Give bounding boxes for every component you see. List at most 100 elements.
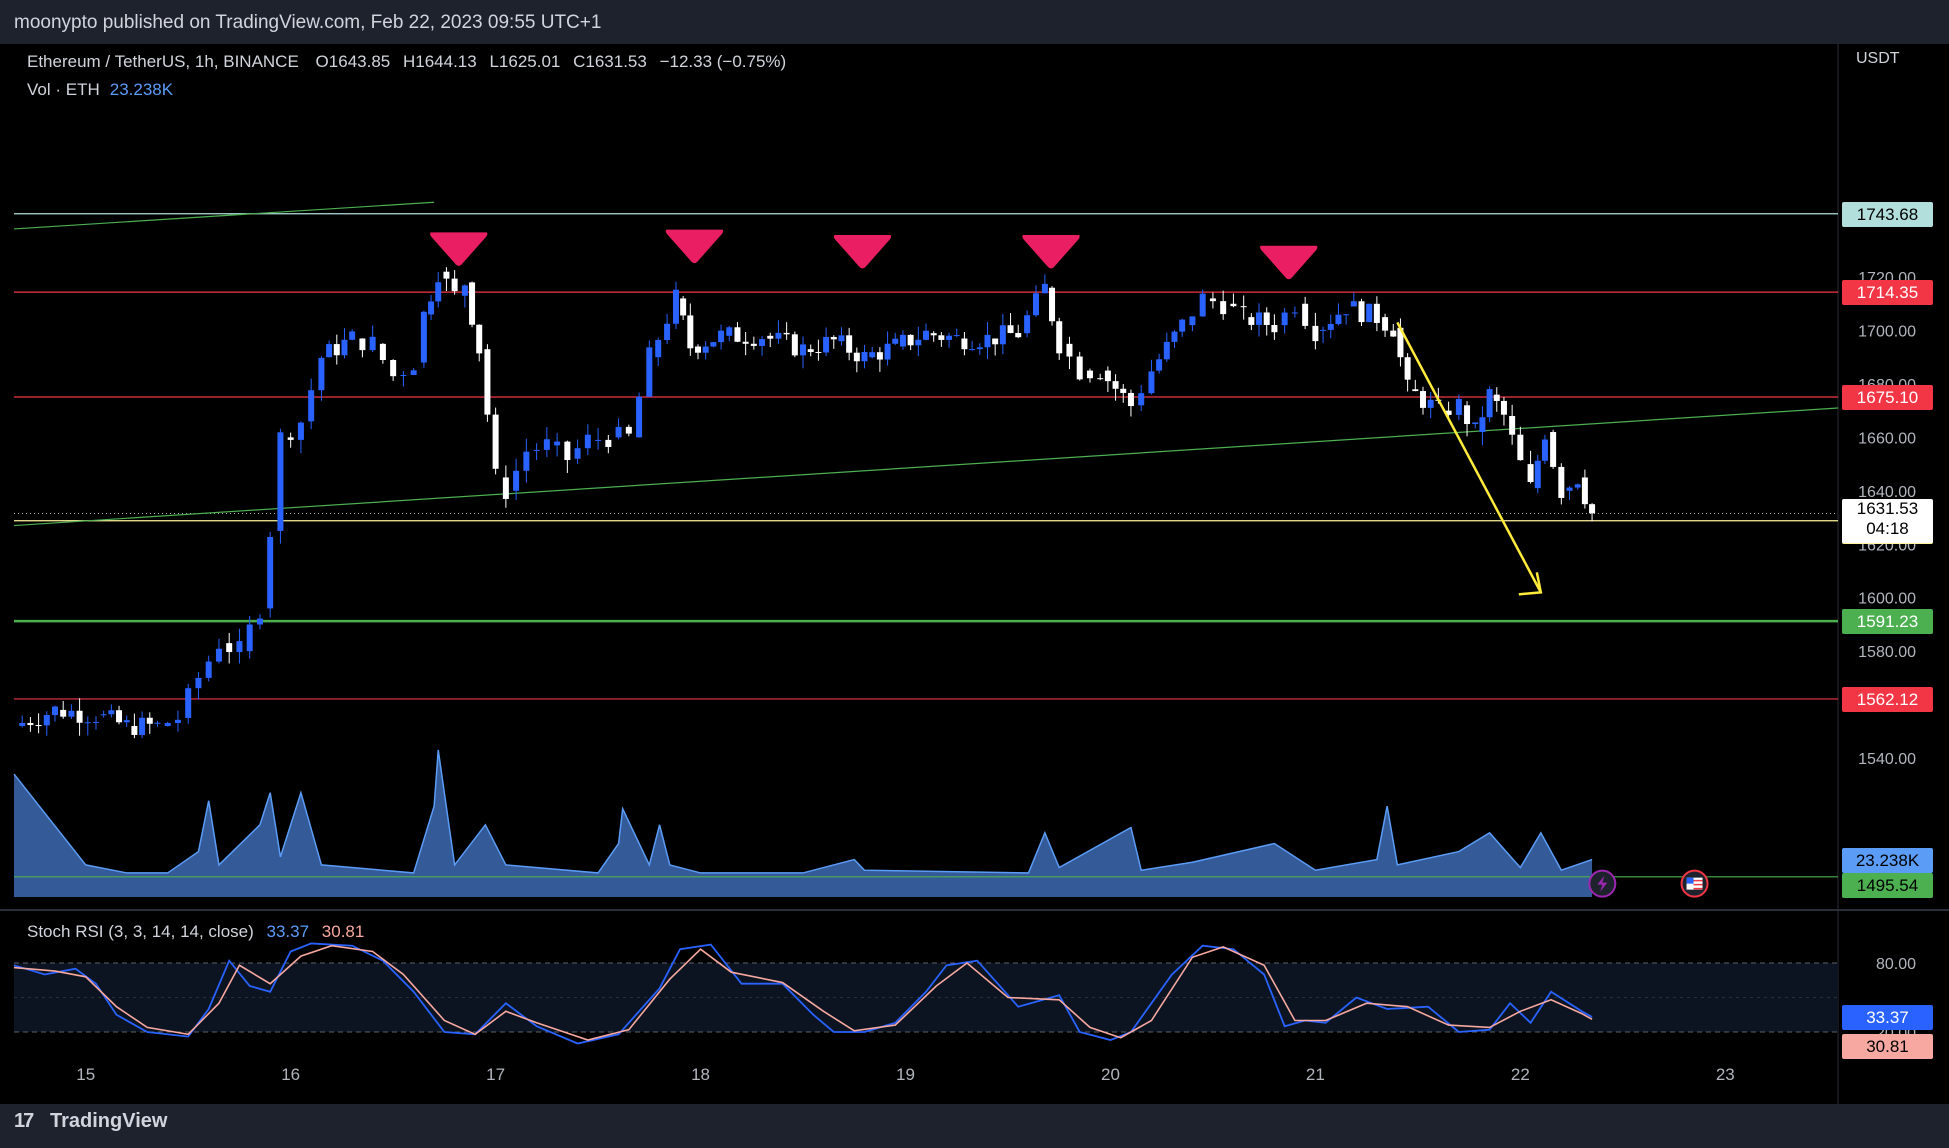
- candle-body: [277, 432, 284, 531]
- candle-body: [1097, 378, 1104, 380]
- candle-body: [625, 426, 632, 434]
- candle-body: [76, 710, 83, 723]
- candle-body: [1248, 317, 1255, 325]
- candle-body: [443, 271, 450, 279]
- candle-body: [615, 426, 622, 438]
- candle-body: [992, 338, 999, 345]
- candle-body: [775, 332, 782, 339]
- candle-body: [1479, 417, 1486, 433]
- candle: [277, 428, 284, 544]
- candle-body: [702, 346, 709, 353]
- candle-body: [287, 437, 294, 440]
- candle-body: [1343, 314, 1350, 316]
- candle-body: [139, 717, 146, 735]
- price-badge: 1591.23: [1842, 609, 1933, 635]
- candle-body: [1412, 389, 1419, 392]
- price-unit: USDT: [1856, 50, 1900, 67]
- candle-body: [815, 351, 822, 353]
- candle-body: [946, 335, 953, 340]
- y-tick-label: 1580.00: [1858, 644, 1916, 661]
- candle-body: [84, 722, 91, 724]
- candle-body: [100, 714, 107, 716]
- price-chart[interactable]: 1540.001560.001580.001600.001620.001640.…: [0, 0, 1949, 1148]
- candle-body: [1015, 333, 1022, 338]
- candle-body: [672, 289, 679, 324]
- candle-body: [1056, 321, 1063, 354]
- tradingview-logo: 17 TradingView: [14, 1110, 167, 1133]
- candle-body: [68, 710, 75, 717]
- candle-body: [333, 344, 340, 356]
- candle-body: [1112, 381, 1119, 389]
- candle-body: [807, 349, 814, 352]
- candle-body: [379, 343, 386, 361]
- candle-body: [390, 360, 397, 377]
- candle-body: [969, 349, 976, 351]
- candle-body: [899, 334, 906, 347]
- candle: [646, 340, 653, 398]
- candle-body: [876, 352, 883, 360]
- candle-body: [435, 282, 442, 302]
- rsi-k-value: 33.37: [266, 922, 310, 941]
- candle-body: [502, 477, 509, 499]
- x-tick-label: 17: [486, 1065, 505, 1084]
- candle-body: [146, 717, 153, 724]
- candle-body: [318, 357, 325, 391]
- candle-body: [1220, 301, 1227, 315]
- candle-body: [1517, 434, 1524, 461]
- low-value: 1625.01: [498, 52, 561, 71]
- candle-body: [800, 344, 807, 356]
- rsi-tick-label: 80.00: [1876, 956, 1916, 973]
- candle-body: [646, 347, 653, 397]
- candle-body: [1271, 324, 1278, 333]
- candle-body: [976, 347, 983, 350]
- symbol-pair: Ethereum / TetherUS, 1h, BINANCE: [27, 52, 299, 71]
- candle-body: [27, 722, 34, 726]
- candle-body: [349, 331, 356, 340]
- rsi-label: Stoch RSI (3, 3, 14, 14, close): [27, 922, 254, 941]
- candle-body: [1464, 405, 1471, 425]
- candle-body: [428, 301, 435, 315]
- volume-legend: Vol · ETH 23.238K: [27, 80, 173, 100]
- candle-body: [1179, 319, 1186, 332]
- flag-canton: [1686, 877, 1694, 884]
- candle-body: [892, 338, 899, 344]
- price-pane: [14, 50, 1838, 905]
- candle: [267, 531, 274, 618]
- candle-body: [1024, 315, 1031, 334]
- candle-body: [726, 327, 733, 336]
- candle-body: [174, 719, 181, 724]
- candle-body: [1189, 316, 1196, 326]
- candle-body: [1041, 283, 1048, 294]
- high-label: H: [402, 52, 416, 71]
- grid: [0, 44, 1949, 1104]
- rsi-d-value: 30.81: [321, 922, 365, 941]
- candle-body: [1209, 298, 1216, 302]
- candle-body: [1581, 477, 1588, 505]
- candle-body: [1007, 325, 1014, 334]
- candle-body: [43, 715, 50, 726]
- candle-body: [513, 470, 520, 491]
- brand-text: TradingView: [50, 1110, 168, 1132]
- x-tick-label: 15: [76, 1065, 95, 1084]
- candle-body: [1302, 303, 1309, 326]
- candle-body: [961, 338, 968, 350]
- candle-body: [1373, 303, 1380, 323]
- candle-body: [1032, 293, 1039, 316]
- candle-body: [451, 278, 458, 292]
- candle-body: [185, 688, 192, 718]
- candle-body: [1066, 343, 1073, 357]
- candle-body: [1500, 400, 1507, 415]
- candle-body: [326, 344, 333, 358]
- close-value: 1631.53: [585, 52, 647, 71]
- candle-body: [791, 334, 798, 356]
- low-label: L: [489, 52, 499, 71]
- rsi-d-badge: 30.81: [1842, 1033, 1933, 1059]
- candle-body: [1199, 293, 1206, 317]
- candle-body: [420, 311, 427, 363]
- candle-body: [742, 341, 749, 344]
- candle-body: [1163, 341, 1170, 360]
- candle-countdown: 04:18: [1866, 519, 1909, 539]
- candle-body: [543, 439, 550, 450]
- candle-body: [1076, 356, 1083, 380]
- candle-body: [205, 661, 212, 678]
